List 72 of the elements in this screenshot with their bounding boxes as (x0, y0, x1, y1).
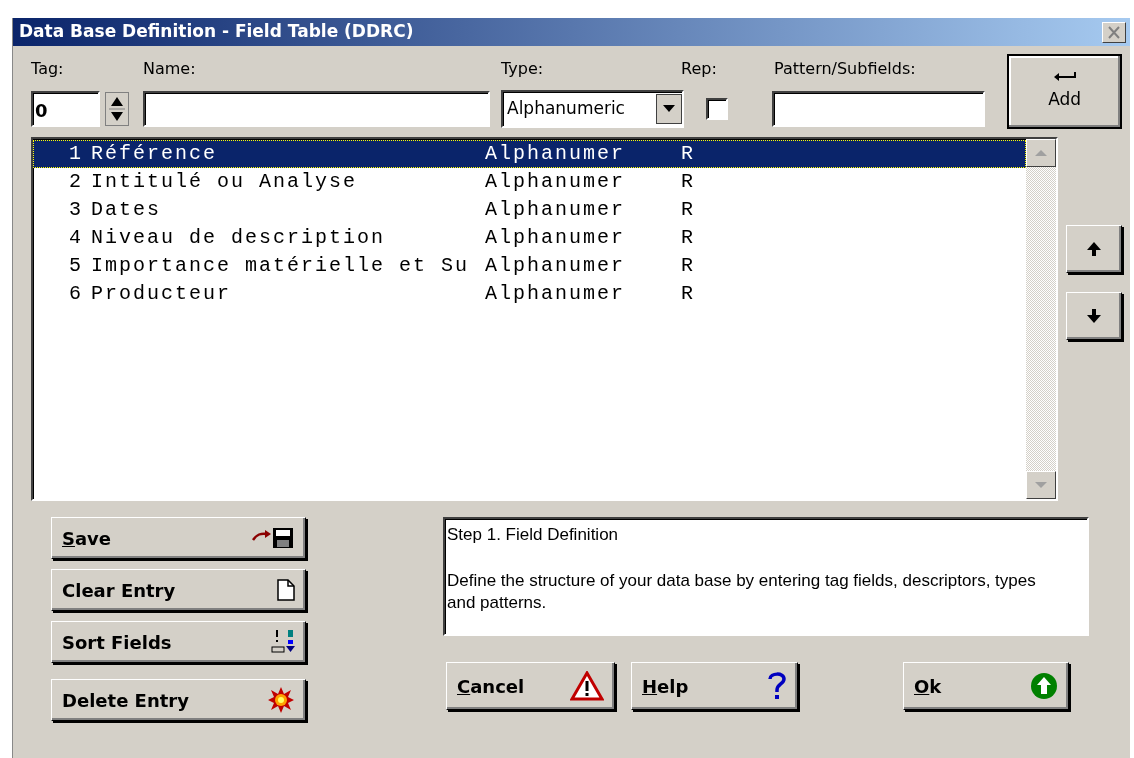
warning-icon (570, 671, 604, 701)
move-down-button[interactable] (1066, 292, 1122, 340)
move-up-button[interactable] (1066, 225, 1122, 273)
field-row[interactable]: 6 Producteur Alphanumer R (33, 280, 1026, 308)
sort-icon (271, 629, 295, 655)
field-rep: R (681, 281, 696, 307)
save-icon (251, 526, 295, 550)
field-number: 2 (68, 169, 84, 195)
name-field[interactable] (143, 91, 490, 127)
field-rep: R (681, 253, 696, 279)
cancel-button[interactable]: Cancel (446, 662, 615, 710)
up-arrow-icon (1034, 149, 1048, 157)
rep-label: Rep: (681, 58, 718, 80)
field-type: Alphanumer (485, 141, 627, 167)
down-arrow-icon (1086, 308, 1102, 324)
ok-button[interactable]: Ok (903, 662, 1069, 710)
add-button[interactable]: Add (1007, 54, 1122, 129)
field-number: 1 (68, 141, 84, 167)
field-name: Niveau de description (91, 225, 387, 251)
info-title: Step 1. Field Definition (447, 524, 620, 546)
field-row[interactable]: 5 Importance matérielle et Su Alphanumer R (33, 252, 1026, 280)
field-type: Alphanumer (485, 197, 627, 223)
tag-field[interactable]: 0 (31, 91, 100, 127)
delete-button[interactable]: Delete Entry (51, 679, 306, 721)
rep-checkbox[interactable] (706, 98, 728, 120)
field-name: Producteur (91, 281, 233, 307)
field-rep: R (681, 141, 696, 167)
field-row[interactable]: 2 Intitulé ou Analyse Alphanumer R (33, 168, 1026, 196)
up-arrow-icon (1086, 241, 1102, 257)
field-name: Intitulé ou Analyse (91, 169, 359, 195)
name-label: Name: (143, 58, 197, 80)
question-mark-icon (767, 671, 787, 701)
pattern-label: Pattern/Subfields: (774, 58, 916, 80)
scrollbar[interactable] (1026, 139, 1056, 499)
close-icon (1107, 25, 1121, 39)
pattern-field[interactable] (772, 91, 985, 127)
field-row[interactable]: 4 Niveau de description Alphanumer R (33, 224, 1026, 252)
close-button[interactable] (1102, 21, 1126, 43)
document-icon (277, 579, 295, 601)
field-name: Référence (91, 141, 219, 167)
type-dropdown[interactable]: Alphanumeric (501, 90, 684, 128)
save-button[interactable]: Save (51, 517, 306, 559)
field-type: Alphanumer (485, 225, 627, 251)
scroll-up-button[interactable] (1026, 139, 1056, 167)
info-text: Define the structure of your data base by entering tag fields, descriptors, types and patterns. (447, 569, 1037, 614)
return-icon (1052, 70, 1077, 83)
field-row[interactable]: 3 Dates Alphanumer R (33, 196, 1026, 224)
up-arrow-circle-icon (1030, 672, 1058, 700)
tag-label: Tag: (31, 58, 65, 80)
field-rep: R (681, 197, 696, 223)
clear-button[interactable]: Clear Entry (51, 569, 306, 611)
field-rep: R (681, 225, 696, 251)
type-label: Type: (501, 58, 545, 80)
field-type: Alphanumer (485, 281, 627, 307)
field-name: Dates (91, 197, 162, 223)
explosion-icon (267, 686, 295, 714)
field-number: 6 (68, 281, 84, 307)
sort-button[interactable]: Sort Fields (51, 621, 306, 663)
scroll-down-button[interactable] (1026, 471, 1056, 499)
field-list[interactable]: 1 Référence Alphanumer R 2 Intitulé ou Analyse Alphanumer R 3 Dates Alphanumer R 4 Niveau de description Alphanumer R 5 Importance matérielle et Su Alphanumer R 6 Producteur Alphanumer R (31, 137, 1058, 501)
field-rep: R (681, 169, 696, 195)
field-row[interactable]: 1 Référence Alphanumer R (33, 140, 1026, 168)
spinner-icon[interactable] (105, 92, 129, 126)
field-number: 3 (68, 197, 84, 223)
field-number: 5 (68, 253, 84, 279)
field-number: 4 (68, 225, 84, 251)
help-button[interactable]: Help (631, 662, 798, 710)
field-type: Alphanumer (485, 169, 627, 195)
down-arrow-icon (1034, 481, 1048, 489)
field-name: Importance matérielle et Su (91, 253, 471, 279)
field-type: Alphanumer (485, 253, 627, 279)
window-title: Data Base Definition - Field Table (DDRC) (19, 20, 414, 44)
